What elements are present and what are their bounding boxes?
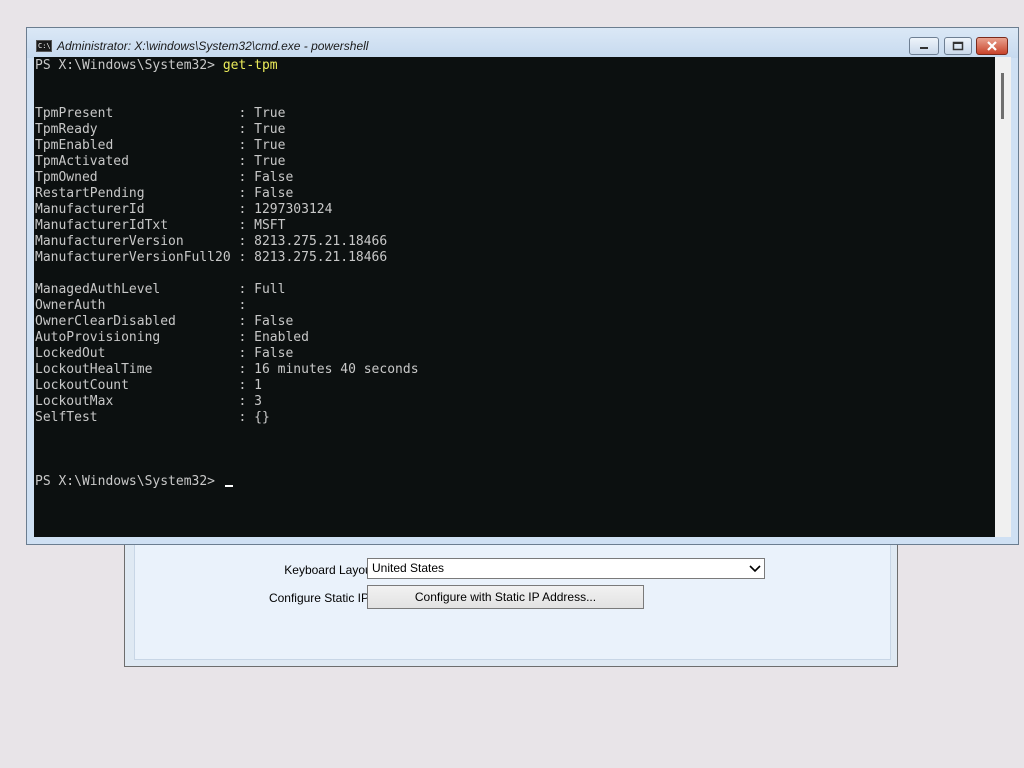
scroll-thumb[interactable]	[1001, 73, 1004, 119]
static-ip-label: Configure Static IP	[268, 591, 369, 605]
property-value: MSFT	[254, 218, 286, 233]
property-value: True	[254, 106, 286, 121]
static-ip-button[interactable]: Configure with Static IP Address...	[367, 585, 644, 609]
property-value: False	[254, 170, 294, 185]
property-name: OwnerAuth	[35, 298, 239, 313]
minimize-button[interactable]	[909, 37, 939, 55]
console-prompt: PS X:\Windows\System32>	[35, 474, 223, 489]
property-value: 16 minutes 40 seconds	[254, 362, 419, 377]
property-name: ManufacturerIdTxt	[35, 218, 239, 233]
property-value: True	[254, 154, 286, 169]
property-name: LockedOut	[35, 346, 239, 361]
console-prompt: PS X:\Windows\System32>	[35, 58, 223, 73]
console-window: C:\ Administrator: X:\windows\System32\c…	[26, 27, 1019, 545]
property-name: AutoProvisioning	[35, 330, 239, 345]
keyboard-layout-select[interactable]: United States	[367, 558, 765, 579]
property-name: TpmOwned	[35, 170, 239, 185]
property-name: RestartPending	[35, 186, 239, 201]
property-value: 3	[254, 394, 262, 409]
property-value: True	[254, 138, 286, 153]
property-value: 1	[254, 378, 262, 393]
close-icon	[987, 41, 997, 51]
keyboard-layout-label: Keyboard Layout	[284, 563, 375, 577]
property-name: TpmEnabled	[35, 138, 239, 153]
property-name: TpmReady	[35, 122, 239, 137]
console-output: PS X:\Windows\System32> get-tpm TpmPrese…	[35, 58, 419, 425]
property-value: Full	[254, 282, 286, 297]
property-value: True	[254, 122, 286, 137]
property-value: False	[254, 186, 294, 201]
property-name: LockoutHealTime	[35, 362, 239, 377]
property-value: 8213.275.21.18466	[254, 234, 388, 249]
text-cursor	[224, 485, 233, 487]
setup-dialog: Keyboard Layout United States Configure …	[124, 536, 898, 667]
maximize-button[interactable]	[944, 37, 972, 55]
property-name: LockoutCount	[35, 378, 239, 393]
property-name: ManufacturerVersionFull20	[35, 250, 239, 265]
maximize-icon	[952, 41, 964, 51]
vertical-scrollbar[interactable]	[995, 57, 1011, 537]
property-name: ManufacturerId	[35, 202, 239, 217]
property-name: OwnerClearDisabled	[35, 314, 239, 329]
property-name: TpmPresent	[35, 106, 239, 121]
property-name: ManagedAuthLevel	[35, 282, 239, 297]
property-value: 1297303124	[254, 202, 333, 217]
property-name: LockoutMax	[35, 394, 239, 409]
chevron-down-icon	[749, 565, 761, 573]
minimize-icon	[920, 47, 928, 49]
property-value: False	[254, 314, 294, 329]
property-value: 8213.275.21.18466	[254, 250, 388, 265]
property-name: SelfTest	[35, 410, 239, 425]
window-title: Administrator: X:\windows\System32\cmd.e…	[57, 39, 369, 53]
property-value: Enabled	[254, 330, 309, 345]
console-area[interactable]: PS X:\Windows\System32> get-tpm TpmPrese…	[34, 57, 995, 537]
keyboard-layout-value: United States	[372, 561, 445, 575]
close-button[interactable]	[976, 37, 1008, 55]
property-value: {}	[254, 410, 270, 425]
console-input-line[interactable]: PS X:\Windows\System32>	[35, 474, 233, 490]
property-value: False	[254, 346, 294, 361]
console-icon: C:\	[36, 40, 52, 52]
property-name: TpmActivated	[35, 154, 239, 169]
setup-panel: Keyboard Layout United States Configure …	[134, 537, 891, 660]
title-bar[interactable]: C:\ Administrator: X:\windows\System32\c…	[27, 28, 1018, 58]
console-command: get-tpm	[222, 58, 278, 73]
property-name: ManufacturerVersion	[35, 234, 239, 249]
